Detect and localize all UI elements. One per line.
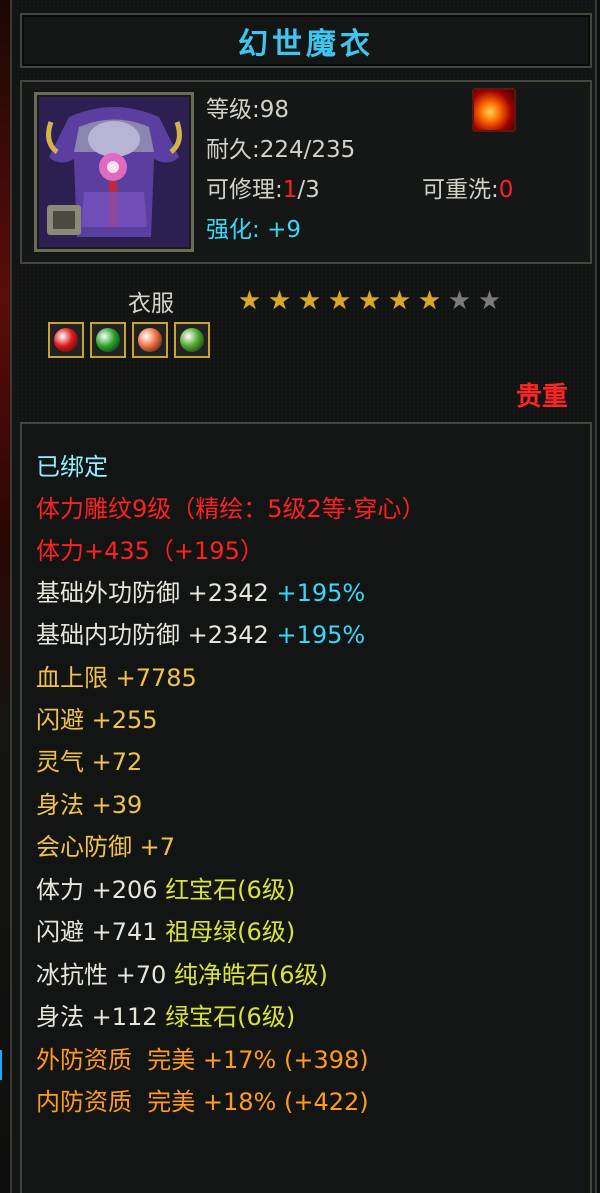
gem2-name: 祖母绿(6级) <box>165 918 296 946</box>
background-window-accent <box>0 1050 10 1080</box>
ext-quality-line: 外防资质 完美 +17% (+398) <box>36 1046 369 1074</box>
ext-def-value: +2342 <box>187 579 269 607</box>
engrave-line: 体力雕纹9级（精绘：5级2等·穿心） <box>36 495 426 523</box>
gem-sockets <box>48 322 210 358</box>
item-durability: 耐久:224/235 <box>206 137 356 163</box>
gem-icon <box>138 328 162 352</box>
crit-def-line: 会心防御 +7 <box>36 833 176 861</box>
int-def-line: 基础内功防御 +2342 +195% <box>36 620 365 650</box>
item-enhance: 强化: +9 <box>206 216 301 244</box>
gem3-name: 纯净皓石(6级) <box>173 961 328 989</box>
robe-icon <box>39 97 189 247</box>
star-filled-icon: ★ <box>237 286 262 316</box>
enhance-label: 强化: <box>206 217 260 243</box>
ext-def-line: 基础外功防御 +2342 +195% <box>36 578 365 608</box>
gem-line-3: 冰抗性 +70 纯净皓石(6级) <box>36 960 328 990</box>
rewash-label: 可重洗: <box>422 177 499 203</box>
gem-line-1: 体力 +206 红宝石(6级) <box>36 875 295 905</box>
gem3-stat: 冰抗性 +70 <box>36 961 167 989</box>
agility-line: 身法 +39 <box>36 791 143 819</box>
background-window-edge <box>0 0 10 1193</box>
item-header: 等级:98 耐久:224/235 可修理:1/3 可重洗:0 强化: +9 <box>20 80 592 264</box>
enhance-value: +9 <box>267 217 301 243</box>
gem2-stat: 闪避 +741 <box>36 918 158 946</box>
rewash-value: 0 <box>498 177 514 203</box>
star-filled-icon: ★ <box>267 286 292 316</box>
dodge-line: 闪避 +255 <box>36 706 158 734</box>
title-bar: 幻世魔衣 <box>20 13 592 68</box>
item-level: 等级:98 <box>206 97 290 123</box>
gem-line-4: 身法 +112 绿宝石(6级) <box>36 1002 295 1032</box>
repair-total: /3 <box>297 177 320 203</box>
ext-def-label: 基础外功防御 <box>36 579 180 607</box>
slot-area: 衣服 ★ ★ ★ ★ ★ ★ ★ ★ ★ 贵重 <box>20 270 592 420</box>
star-empty-icon: ★ <box>477 286 502 316</box>
star-filled-icon: ★ <box>417 286 442 316</box>
ext-def-pct: +195% <box>276 579 366 607</box>
spirit-line: 灵气 +72 <box>36 748 143 776</box>
gem4-name: 绿宝石(6级) <box>165 1003 296 1031</box>
hp-max-line: 血上限 +7785 <box>36 664 197 692</box>
stamina-base-line: 体力+435（+195） <box>36 537 264 565</box>
star-filled-icon: ★ <box>387 286 412 316</box>
item-slot: 衣服 <box>128 291 174 317</box>
gem4-stat: 身法 +112 <box>36 1003 158 1031</box>
star-empty-icon: ★ <box>447 286 472 316</box>
int-def-pct: +195% <box>276 621 366 649</box>
gem-icon <box>54 328 78 352</box>
fire-element-icon <box>472 88 516 132</box>
gem-line-2: 闪避 +741 祖母绿(6级) <box>36 917 295 947</box>
gem1-name: 红宝石(6级) <box>165 876 296 904</box>
item-tooltip: 幻世魔衣 等级:98 耐久:224/235 可修理:1/3 可重洗:0 强化: … <box>10 0 597 1193</box>
gem-socket-3 <box>132 322 168 358</box>
star-filled-icon: ★ <box>357 286 382 316</box>
int-def-label: 基础内功防御 <box>36 621 180 649</box>
int-def-value: +2342 <box>187 621 269 649</box>
gem-socket-2 <box>90 322 126 358</box>
attribute-list: 已绑定 体力雕纹9级（精绘：5级2等·穿心） 体力+435（+195） 基础外功… <box>20 422 592 1193</box>
int-quality-line: 内防资质 完美 +18% (+422) <box>36 1088 369 1116</box>
repair-label: 可修理: <box>206 177 283 203</box>
bound-status: 已绑定 <box>36 453 108 481</box>
star-filled-icon: ★ <box>327 286 352 316</box>
item-name: 幻世魔衣 <box>238 26 374 62</box>
repair-value: 1 <box>282 177 298 203</box>
gem-icon <box>96 328 120 352</box>
item-repair: 可修理:1/3 <box>206 176 320 204</box>
gem-icon <box>180 328 204 352</box>
gem-socket-4 <box>174 322 210 358</box>
star-filled-icon: ★ <box>297 286 322 316</box>
gem-socket-1 <box>48 322 84 358</box>
item-rewash: 可重洗:0 <box>422 176 513 204</box>
star-rating: ★ ★ ★ ★ ★ ★ ★ ★ ★ <box>236 288 503 315</box>
gem1-stat: 体力 +206 <box>36 876 158 904</box>
item-icon <box>34 92 194 252</box>
item-rarity: 贵重 <box>515 382 568 412</box>
